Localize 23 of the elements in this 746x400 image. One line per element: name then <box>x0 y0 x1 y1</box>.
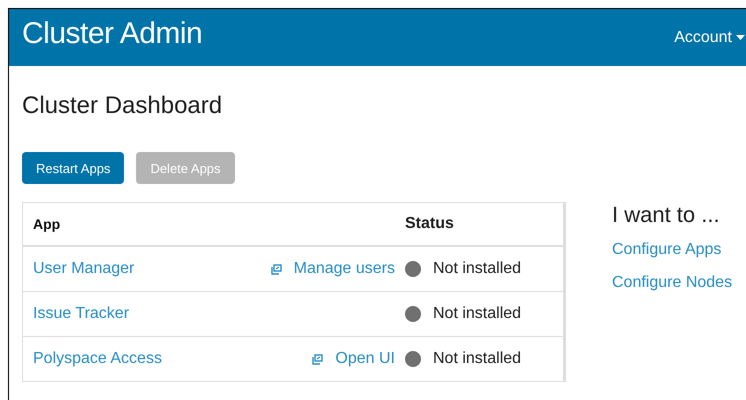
side-link[interactable]: Configure Nodes <box>612 274 732 292</box>
status-dot <box>405 261 421 277</box>
app-link[interactable]: Polyspace Access <box>33 350 162 368</box>
external-link-icon <box>270 264 282 274</box>
status-text: Not installed <box>433 260 522 278</box>
page-title: Cluster Dashboard <box>22 92 224 120</box>
status-text: Not installed <box>433 350 522 368</box>
status-dot <box>405 351 421 367</box>
status-text: Not installed <box>433 305 522 323</box>
action-link[interactable]: Open UI <box>335 350 395 368</box>
account-menu[interactable]: Account <box>674 28 745 46</box>
caret-icon <box>736 35 745 40</box>
side-heading: I want to ... <box>612 202 721 228</box>
app-link[interactable]: User Manager <box>33 260 134 278</box>
app-link[interactable]: Issue Tracker <box>33 305 130 323</box>
side-link[interactable]: Configure Apps <box>612 241 732 259</box>
restart-button[interactable]: Restart Apps <box>22 152 124 184</box>
column-header: Status <box>404 215 454 233</box>
column-header: App <box>32 216 62 232</box>
action-link[interactable]: Manage users <box>294 260 395 278</box>
external-link-icon <box>312 354 324 364</box>
app-title: Cluster Admin <box>22 16 202 50</box>
status-dot <box>405 306 421 322</box>
